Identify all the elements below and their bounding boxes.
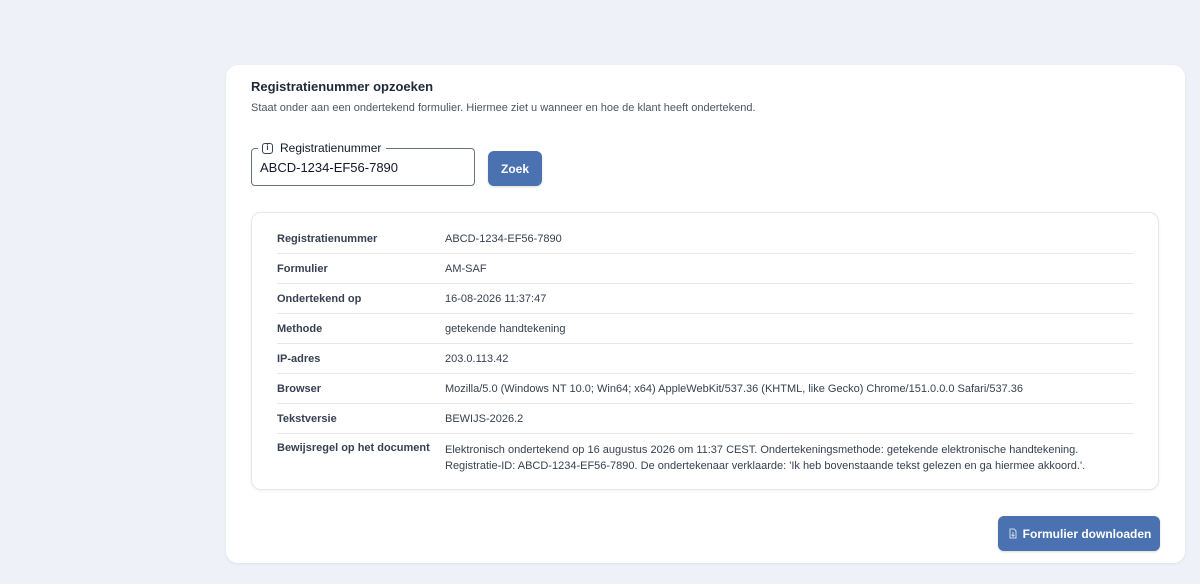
detail-label: Browser [277,382,322,395]
detail-label: Bewijsregel op het document [277,442,430,454]
detail-value: ABCD-1234-EF56-7890 [445,232,562,245]
detail-row-ip-address: IP-adres 203.0.113.42 [277,344,1133,374]
detail-label: Formulier [277,262,328,275]
registration-number-field[interactable]: i Registratienummer [251,139,475,186]
details-list: Registratienummer ABCD-1234-EF56-7890 Fo… [277,224,1133,474]
registration-number-input[interactable] [260,149,465,185]
download-form-button[interactable]: Formulier downloaden [998,516,1160,551]
details-panel: Registratienummer ABCD-1234-EF56-7890 Fo… [251,212,1159,490]
document-download-icon [1009,528,1017,538]
detail-value: Elektronisch ondertekend op 16 augustus … [445,444,1086,472]
download-form-label: Formulier downloaden [1022,526,1152,541]
detail-label: Registratienummer [277,232,378,245]
detail-row-method: Methode getekende handtekening [277,314,1133,344]
detail-value: 16-08-2026 11:37:47 [445,292,547,305]
page-title: Registratienummer opzoeken [251,79,434,94]
detail-row-form: Formulier AM-SAF [277,254,1133,284]
detail-label: Tekstversie [277,412,337,425]
detail-value: AM-SAF [445,262,487,275]
detail-value: BEWIJS-2026.2 [445,412,524,425]
lookup-card: Registratienummer opzoeken Staat onder a… [226,65,1185,563]
detail-value: 203.0.113.42 [445,352,509,365]
detail-row-browser: Browser Mozilla/5.0 (Windows NT 10.0; Wi… [277,374,1133,404]
page-subtitle: Staat onder aan een ondertekend formulie… [251,102,756,114]
detail-value: getekende handtekening [445,322,566,335]
detail-label: IP-adres [277,352,321,365]
detail-label: Methode [277,322,323,335]
detail-row-registration-number: Registratienummer ABCD-1234-EF56-7890 [277,224,1133,254]
detail-row-signed-at: Ondertekend op 16-08-2026 11:37:47 [277,284,1133,314]
detail-value: Mozilla/5.0 (Windows NT 10.0; Win64; x64… [445,382,1023,395]
detail-label: Ondertekend op [277,292,362,305]
detail-row-text-version: Tekstversie BEWIJS-2026.2 [277,404,1133,434]
search-button[interactable]: Zoek [488,151,542,186]
detail-row-evidence-line: Bewijsregel op het document Elektronisch… [277,434,1133,474]
